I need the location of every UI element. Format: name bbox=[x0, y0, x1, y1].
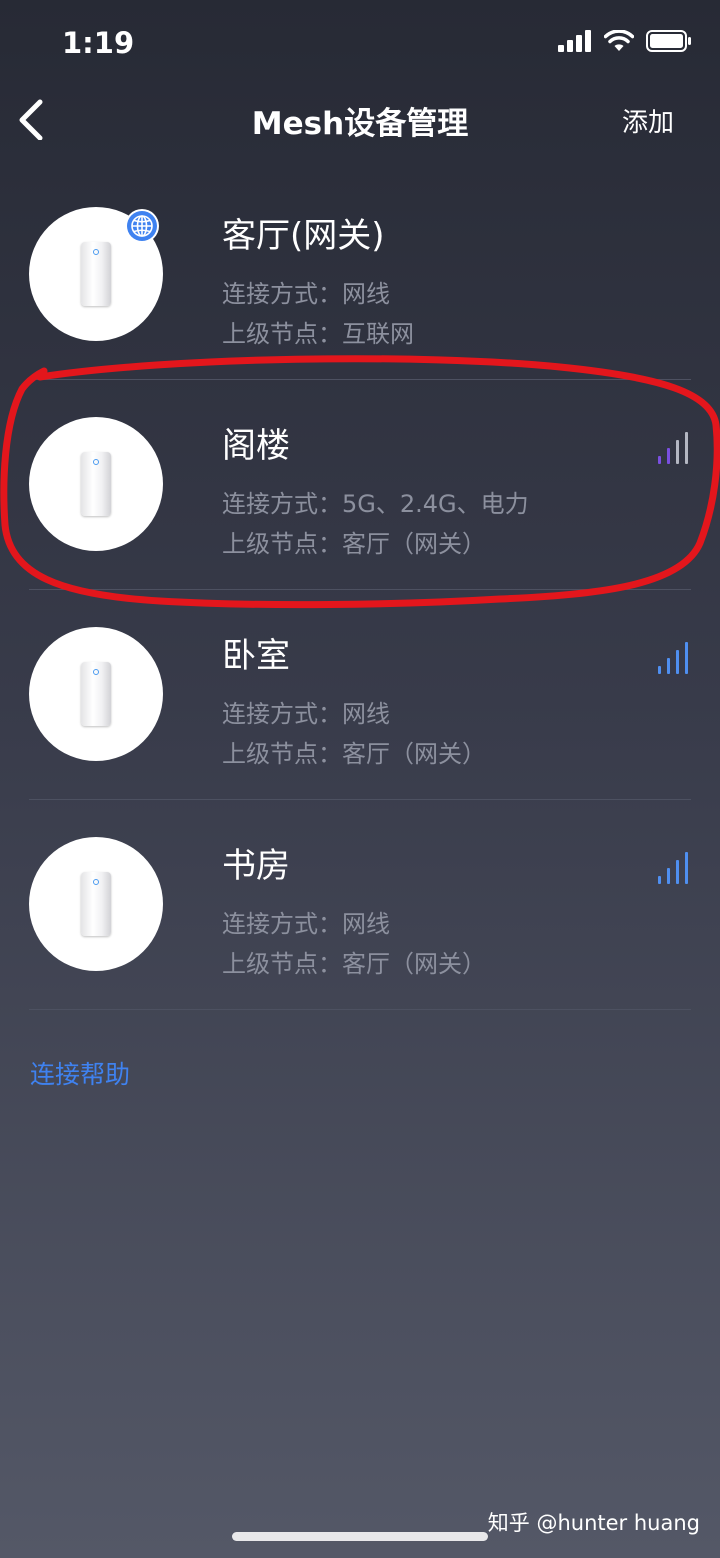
device-row-attic[interactable]: 阁楼 连接方式：5G、2.4G、电力 上级节点：客厅（网关） bbox=[0, 380, 720, 590]
device-avatar bbox=[29, 417, 163, 551]
status-bar: 1:19 bbox=[0, 0, 720, 90]
signal-strength-icon bbox=[658, 642, 688, 674]
device-name: 书房 bbox=[222, 846, 290, 886]
add-button[interactable]: 添加 bbox=[622, 102, 674, 139]
status-time: 1:19 bbox=[62, 26, 135, 60]
signal-bar bbox=[667, 868, 670, 884]
device-row-study[interactable]: 书房 连接方式：网线 上级节点：客厅（网关） bbox=[0, 800, 720, 1010]
signal-bar bbox=[685, 432, 688, 464]
parent-node: 上级节点：客厅（网关） bbox=[222, 950, 486, 978]
signal-strength-icon bbox=[658, 852, 688, 884]
signal-bar bbox=[658, 456, 661, 464]
connection-method: 连接方式：5G、2.4G、电力 bbox=[222, 490, 529, 518]
parent-node: 上级节点：客厅（网关） bbox=[222, 530, 486, 558]
page-title: Mesh设备管理 bbox=[251, 106, 469, 142]
device-name: 客厅(网关) bbox=[222, 216, 385, 256]
device-name: 卧室 bbox=[222, 636, 290, 676]
signal-bar bbox=[676, 860, 679, 884]
signal-bar bbox=[676, 650, 679, 674]
signal-bar bbox=[658, 876, 661, 884]
home-indicator bbox=[232, 1532, 488, 1541]
signal-bar bbox=[685, 642, 688, 674]
router-icon bbox=[81, 662, 111, 726]
nav-bar: Mesh设备管理 添加 bbox=[0, 90, 720, 150]
device-avatar bbox=[29, 627, 163, 761]
connection-method: 连接方式：网线 bbox=[222, 700, 390, 728]
device-name: 阁楼 bbox=[222, 426, 290, 466]
watermark: 知乎 @hunter huang bbox=[487, 1511, 700, 1535]
row-divider bbox=[29, 1009, 691, 1010]
router-icon bbox=[81, 872, 111, 936]
router-icon bbox=[81, 452, 111, 516]
signal-bar bbox=[667, 448, 670, 464]
gateway-badge bbox=[125, 209, 159, 243]
signal-bar bbox=[685, 852, 688, 884]
parent-node: 上级节点：客厅（网关） bbox=[222, 740, 486, 768]
router-icon bbox=[81, 242, 111, 306]
device-avatar bbox=[29, 837, 163, 971]
signal-strength-icon bbox=[658, 432, 688, 464]
signal-bar bbox=[658, 666, 661, 674]
battery-icon bbox=[646, 30, 691, 52]
connection-method: 连接方式：网线 bbox=[222, 910, 390, 938]
globe-icon bbox=[127, 211, 157, 241]
device-list: 客厅(网关) 连接方式：网线 上级节点：互联网 阁楼 连接方式：5G、2.4G、… bbox=[0, 170, 720, 1010]
device-row-bedroom[interactable]: 卧室 连接方式：网线 上级节点：客厅（网关） bbox=[0, 590, 720, 800]
parent-node: 上级节点：互联网 bbox=[222, 320, 414, 348]
connection-help-link[interactable]: 连接帮助 bbox=[30, 1055, 130, 1091]
connection-method: 连接方式：网线 bbox=[222, 280, 390, 308]
status-icons bbox=[558, 30, 692, 52]
cellular-signal-icon bbox=[558, 30, 591, 52]
signal-bar bbox=[667, 658, 670, 674]
wifi-icon bbox=[604, 30, 634, 51]
device-row-living-room[interactable]: 客厅(网关) 连接方式：网线 上级节点：互联网 bbox=[0, 170, 720, 380]
device-avatar bbox=[29, 207, 163, 341]
signal-bar bbox=[676, 440, 679, 464]
